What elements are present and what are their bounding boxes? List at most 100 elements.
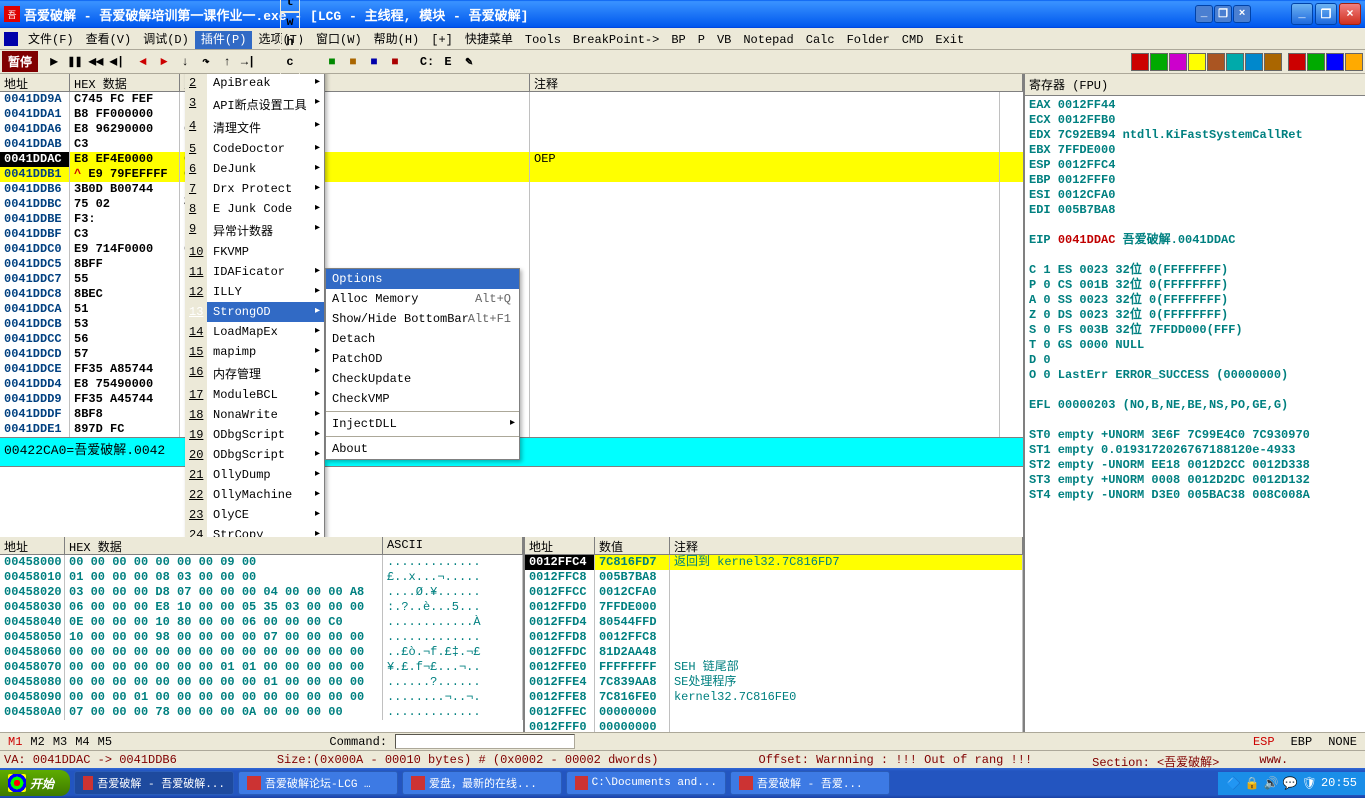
plugin-menu-item[interactable]: 11IDAFicator▸	[207, 262, 324, 282]
menu-item-9[interactable]: Tools	[519, 31, 567, 49]
tb-letter-h[interactable]: h	[280, 32, 300, 52]
close-button[interactable]: ×	[1339, 3, 1361, 25]
menu-item-0[interactable]: 文件(F)	[22, 31, 80, 49]
dump-row[interactable]: 0045809000 00 00 01 00 00 00 00 00 00 00…	[0, 690, 523, 705]
tray-icon-4[interactable]: 💬	[1283, 776, 1298, 791]
submenu-item[interactable]: PatchOD	[326, 349, 519, 369]
restore-button[interactable]: ❐	[1315, 3, 1337, 25]
plugin-menu-item[interactable]: 16内存管理▸	[207, 362, 324, 385]
disasm-row[interactable]: 0041DDBFC3	[0, 227, 1023, 242]
register-line[interactable]: ST0 empty +UNORM 3E6F 7C99E4C0 7C930970	[1029, 428, 1361, 443]
register-line[interactable]: D 0	[1029, 353, 1361, 368]
color-magenta[interactable]	[1169, 53, 1187, 71]
status-marker[interactable]: M5	[94, 735, 116, 749]
tb-icon-3[interactable]: ■	[364, 52, 384, 72]
register-line[interactable]: ST1 empty 0.0193172026767188120e-4933	[1029, 443, 1361, 458]
hex-dump-panel[interactable]: 地址 HEX 数据 ASCII 0045800000 00 00 00 00 0…	[0, 537, 525, 732]
status-marker[interactable]: M3	[49, 735, 71, 749]
plugin-menu-item[interactable]: 21OllyDump▸	[207, 465, 324, 485]
stepover-icon[interactable]: ↷	[196, 52, 216, 72]
register-line[interactable]: O 0 LastErr ERROR_SUCCESS (00000000)	[1029, 368, 1361, 383]
col2-2[interactable]	[1307, 53, 1325, 71]
plugin-menu-item[interactable]: 6DeJunk▸	[207, 159, 324, 179]
stack-hdr-addr[interactable]: 地址	[525, 537, 595, 554]
plugin-menu-item[interactable]: 15mapimp▸	[207, 342, 324, 362]
disasm-hdr-comment[interactable]: 注释	[530, 74, 1023, 91]
tb-icon-2[interactable]: ■	[343, 52, 363, 72]
plugin-menu-item[interactable]: 14LoadMapEx▸	[207, 322, 324, 342]
stack-hdr-comment[interactable]: 注释	[670, 537, 1023, 554]
submenu-item[interactable]: Show/Hide BottomBarAlt+F1	[326, 309, 519, 329]
command-input[interactable]	[395, 734, 575, 749]
color-red[interactable]	[1131, 53, 1149, 71]
disasm-row[interactable]: 0041DD9AC745 FC FEFss:[ebp-0x4],-0x2	[0, 92, 1023, 107]
menu-item-2[interactable]: 调试(D)	[137, 31, 195, 49]
color-blue[interactable]	[1245, 53, 1263, 71]
mdi-minimize-button[interactable]: _	[1195, 5, 1213, 23]
register-line[interactable]	[1029, 413, 1361, 428]
stack-row[interactable]: 0012FFEC00000000	[525, 705, 1023, 720]
register-line[interactable]: EDI 005B7BA8	[1029, 203, 1361, 218]
menu-item-16[interactable]: Folder	[841, 31, 896, 49]
stack-panel[interactable]: 地址 数值 注释 0012FFC47C816FD7返回到 kernel32.7C…	[525, 537, 1023, 732]
tb-rewind-button[interactable]: ◀|	[107, 52, 127, 72]
disasm-row[interactable]: 0041DDBEF3:	[0, 212, 1023, 227]
register-line[interactable]	[1029, 383, 1361, 398]
menu-item-12[interactable]: P	[692, 31, 711, 49]
tb-icon-4[interactable]: ■	[385, 52, 405, 72]
tray-icon-1[interactable]: 🔷	[1226, 776, 1241, 791]
plugin-menu-item[interactable]: 18NonaWrite▸	[207, 405, 324, 425]
strongod-submenu-popup[interactable]: OptionsAlloc MemoryAlt+QShow/Hide Bottom…	[325, 268, 520, 460]
color-yellow[interactable]	[1188, 53, 1206, 71]
register-line[interactable]: EFL 00000203 (NO,B,NE,BE,NS,PO,GE,G)	[1029, 398, 1361, 413]
dump-row[interactable]: 0045803006 00 00 00 E8 10 00 00 05 35 03…	[0, 600, 523, 615]
tray-icon-5[interactable]: 🛡	[1302, 776, 1317, 791]
dump-hdr-addr[interactable]: 地址	[0, 537, 65, 554]
tb-letter-c[interactable]: c	[280, 52, 300, 72]
sb-none[interactable]: NONE	[1324, 735, 1361, 749]
stepout-icon[interactable]: ↑	[217, 52, 237, 72]
plugin-menu-popup[interactable]: 1+BP-OLLY▸2ApiBreak▸3API断点设置工具▸4清理文件▸5Co…	[185, 74, 325, 537]
tb-step-button[interactable]: ▶	[44, 52, 64, 72]
menu-item-14[interactable]: Notepad	[737, 31, 799, 49]
submenu-item[interactable]: Alloc MemoryAlt+Q	[326, 289, 519, 309]
dump-row[interactable]: 0045805010 00 00 00 98 00 00 00 00 07 00…	[0, 630, 523, 645]
sb-ebp[interactable]: EBP	[1287, 735, 1317, 749]
stack-row[interactable]: 0012FFDC81D2AA48	[525, 645, 1023, 660]
tray-icon-2[interactable]: 🔒	[1245, 776, 1260, 791]
start-button[interactable]: 开始	[0, 770, 70, 796]
plugin-menu-item[interactable]: 8E Junk Code▸	[207, 199, 324, 219]
dump-hdr-hex[interactable]: HEX 数据	[65, 537, 383, 554]
taskbar-button[interactable]: C:\Documents and...	[566, 771, 726, 795]
status-marker[interactable]: M1	[4, 735, 26, 749]
register-line[interactable]	[1029, 248, 1361, 263]
col2-3[interactable]	[1326, 53, 1344, 71]
register-line[interactable]: EBP 0012FFF0	[1029, 173, 1361, 188]
disasm-row[interactable]: 0041DDACE8 EF4E000000422CA0OEP	[0, 152, 1023, 167]
stack-row[interactable]: 0012FFC8005B7BA8	[525, 570, 1023, 585]
mdi-close-button[interactable]: ×	[1233, 5, 1251, 23]
submenu-item[interactable]: CheckVMP	[326, 389, 519, 409]
dump-row[interactable]: 004580A007 00 00 00 78 00 00 00 0A 00 00…	[0, 705, 523, 720]
dump-row[interactable]: 004580400E 00 00 00 10 80 00 00 06 00 00…	[0, 615, 523, 630]
disasm-row[interactable]: 0041DDABC3	[0, 137, 1023, 152]
plugin-menu-item[interactable]: 7Drx Protect▸	[207, 179, 324, 199]
register-line[interactable]: EDX 7C92EB94 ntdll.KiFastSystemCallRet	[1029, 128, 1361, 143]
tb-cmd-icon[interactable]: C:	[417, 52, 437, 72]
plugin-menu-item[interactable]: 20ODbgScript▸	[207, 445, 324, 465]
stack-hdr-val[interactable]: 数值	[595, 537, 670, 554]
submenu-item[interactable]: Detach	[326, 329, 519, 349]
stack-row[interactable]: 0012FFD80012FFC8	[525, 630, 1023, 645]
plugin-menu-item[interactable]: 12ILLY▸	[207, 282, 324, 302]
register-line[interactable]: A 0 SS 0023 32位 0(FFFFFFFF)	[1029, 293, 1361, 308]
stack-row[interactable]: 0012FFD480544FFD	[525, 615, 1023, 630]
plugin-menu-item[interactable]: 4清理文件▸	[207, 116, 324, 139]
menu-item-18[interactable]: Exit	[929, 31, 970, 49]
back-icon[interactable]: ◄	[133, 52, 153, 72]
stack-row[interactable]: 0012FFC47C816FD7返回到 kernel32.7C816FD7	[525, 555, 1023, 570]
stack-row[interactable]: 0012FFE47C839AA8SE处理程序	[525, 675, 1023, 690]
tray-clock[interactable]: 20:55	[1321, 776, 1357, 790]
tb-back-button[interactable]: ◀◀	[86, 52, 106, 72]
status-marker[interactable]: M2	[26, 735, 48, 749]
col2-4[interactable]	[1345, 53, 1363, 71]
